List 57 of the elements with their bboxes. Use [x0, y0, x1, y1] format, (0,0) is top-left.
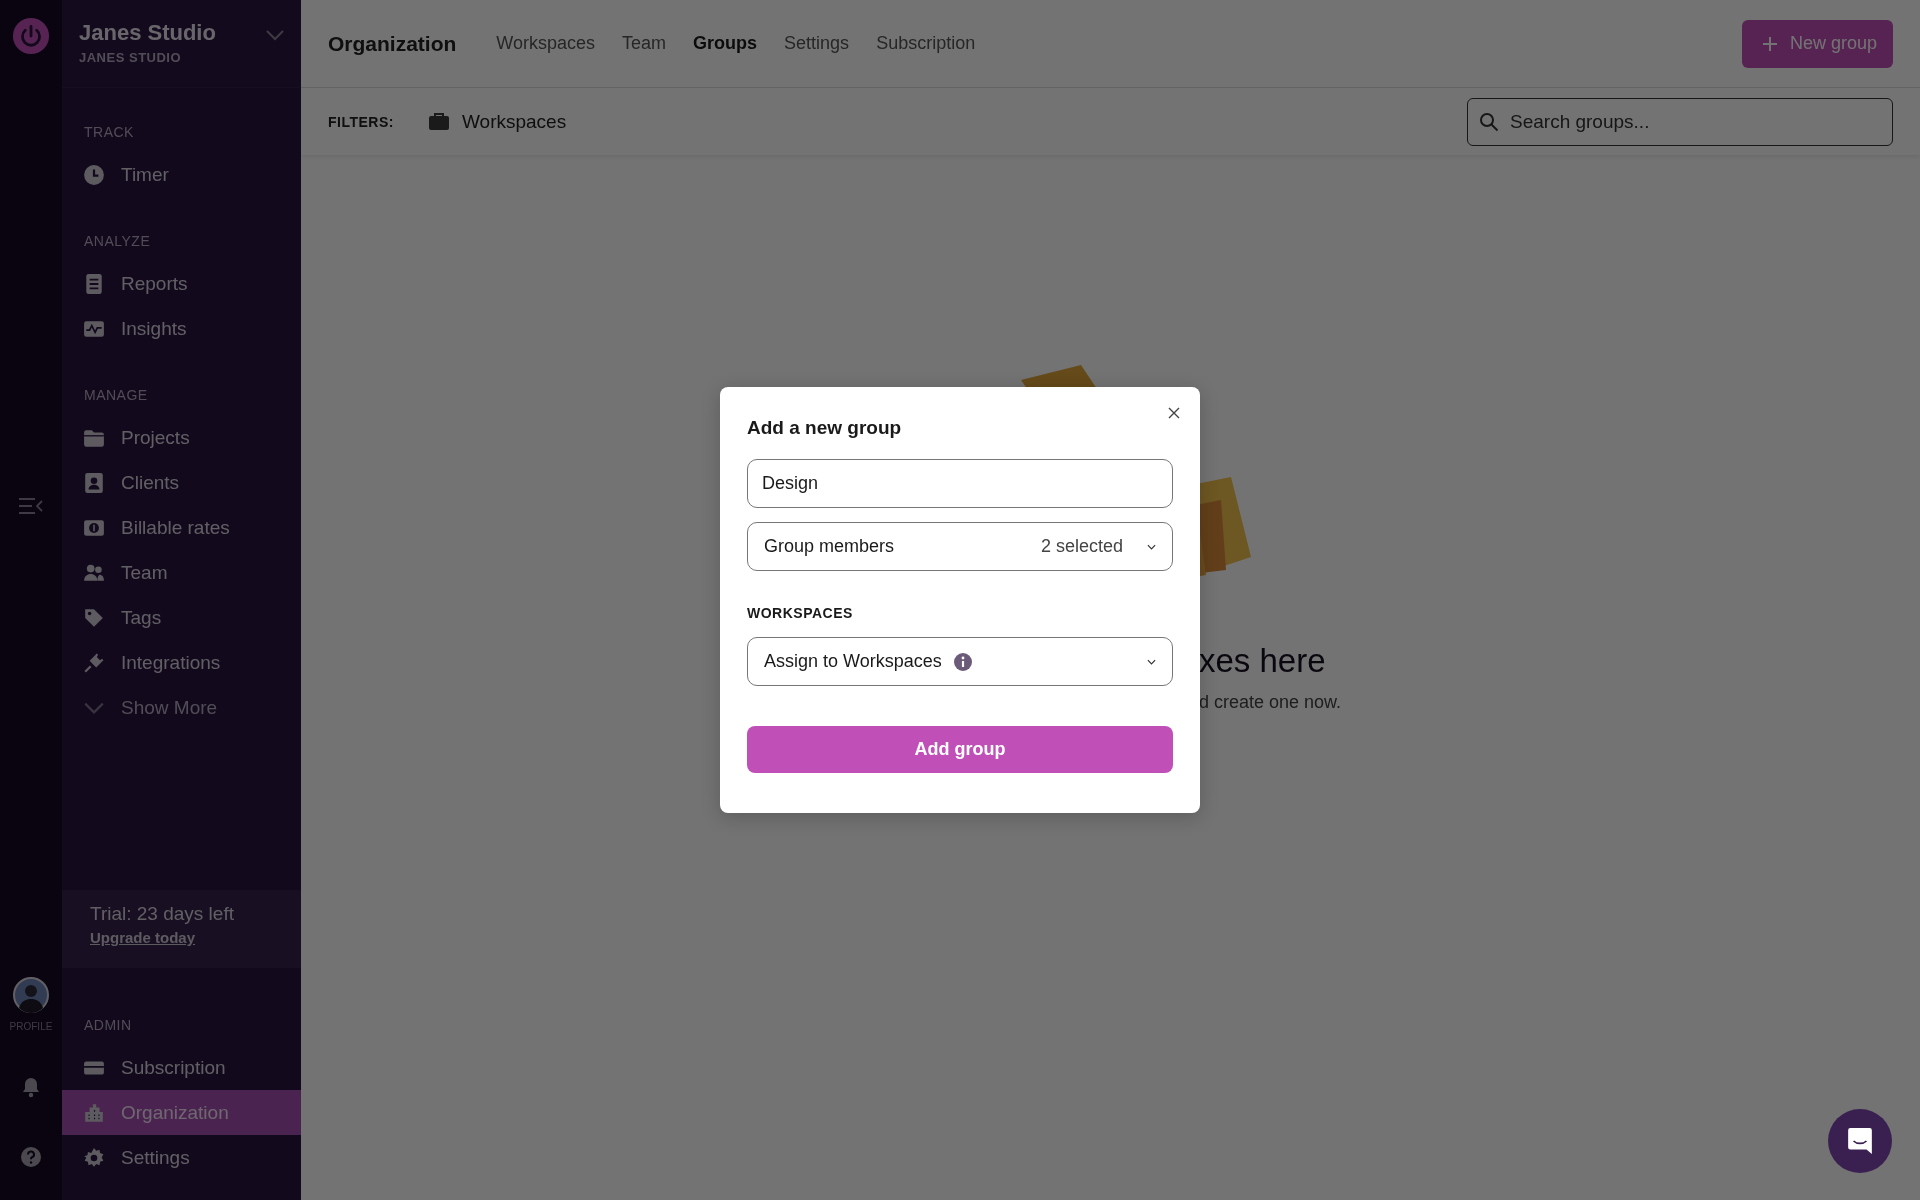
- sidebar-item[interactable]: Team: [62, 550, 301, 595]
- sidebar-item[interactable]: Billable rates: [62, 505, 301, 550]
- chevron-down-icon: [1147, 543, 1156, 550]
- collapse-menu-icon[interactable]: [18, 496, 44, 516]
- workspaces-select[interactable]: Assign to Workspaces: [747, 637, 1173, 686]
- section-label: ANALYZE: [83, 233, 152, 249]
- clock-icon: [83, 163, 105, 186]
- group-members-select[interactable]: Group members 2 selected: [747, 522, 1173, 571]
- chat-icon: [1847, 1127, 1873, 1155]
- filters-label: FILTERS:: [328, 113, 394, 130]
- show-more-item[interactable]: Show More: [62, 685, 301, 730]
- empty-state-text: d create one now.: [1199, 692, 1343, 713]
- nav-tab[interactable]: Settings: [784, 33, 850, 54]
- workspaces-filter[interactable]: Workspaces: [427, 110, 567, 133]
- info-icon[interactable]: [953, 652, 972, 671]
- contact-card-icon: [83, 471, 105, 494]
- nav-tab[interactable]: Team: [622, 33, 667, 54]
- sidebar-item[interactable]: Reports: [62, 261, 301, 306]
- sidebar-item[interactable]: Settings: [62, 1135, 301, 1180]
- sidebar-item[interactable]: Subscription: [62, 1045, 301, 1090]
- sidebar-item[interactable]: Tags: [62, 595, 301, 640]
- upgrade-link[interactable]: Upgrade today: [90, 929, 195, 946]
- group-name-field[interactable]: Design: [747, 459, 1173, 508]
- sidebar-item[interactable]: Clients: [62, 460, 301, 505]
- empty-state-title: xes here: [1199, 642, 1327, 680]
- new-group-button[interactable]: New group: [1741, 19, 1893, 68]
- power-logo-icon[interactable]: [12, 17, 50, 55]
- add-group-button[interactable]: Add group: [747, 726, 1173, 773]
- sidebar-item[interactable]: Integrations: [62, 640, 301, 685]
- report-icon: [83, 272, 105, 295]
- help-icon[interactable]: [20, 1146, 42, 1168]
- nav-tab[interactable]: Subscription: [876, 33, 976, 54]
- close-icon[interactable]: [1168, 407, 1180, 419]
- building-icon: [83, 1101, 105, 1124]
- briefcase-icon: [427, 111, 450, 132]
- sidebar-item[interactable]: Organization: [62, 1090, 301, 1135]
- plus-icon: [1761, 35, 1778, 52]
- sidebar-item[interactable]: Timer: [62, 152, 301, 197]
- workspaces-label: WORKSPACES: [747, 605, 854, 621]
- sidebar-item[interactable]: Projects: [62, 415, 301, 460]
- trial-text: Trial: 23 days left: [90, 903, 235, 925]
- section-label: TRACK: [83, 124, 135, 140]
- chevron-down-icon: [1147, 658, 1156, 665]
- gear-icon: [83, 1146, 105, 1169]
- profile-avatar[interactable]: [13, 977, 49, 1013]
- dialog-title: Add a new group: [747, 417, 903, 439]
- page-title: Organization: [328, 31, 457, 56]
- bell-icon[interactable]: [21, 1076, 41, 1098]
- search-icon: [1479, 111, 1499, 132]
- sidebar-item[interactable]: Insights: [62, 306, 301, 351]
- nav-tab[interactable]: Groups: [693, 33, 758, 54]
- chevron-down-icon: [265, 29, 285, 41]
- tag-icon: [83, 606, 105, 629]
- search-field[interactable]: Search groups...: [1467, 97, 1893, 146]
- section-label: ADMIN: [83, 1017, 133, 1033]
- nav-tab[interactable]: Workspaces: [496, 33, 596, 54]
- section-label: MANAGE: [83, 387, 149, 403]
